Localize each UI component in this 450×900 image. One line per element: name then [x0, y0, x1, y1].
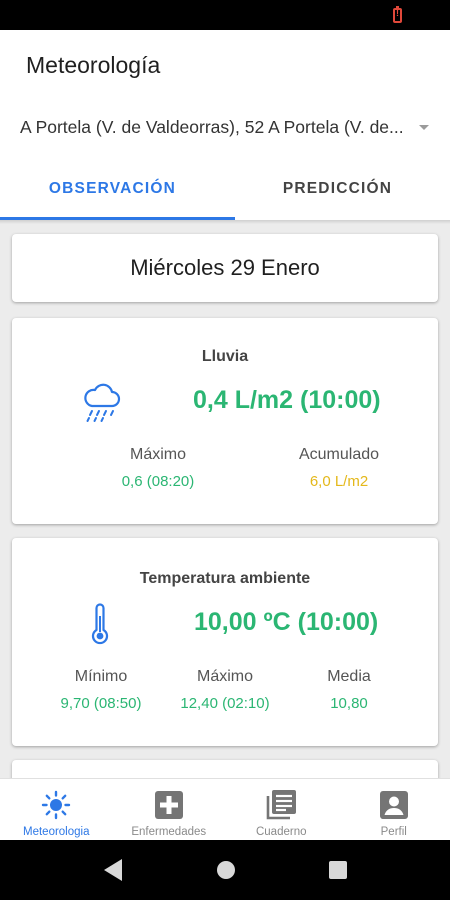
- rain-accumulated-value: 6,0 L/m2: [309, 473, 369, 490]
- app-bar: Meteorología A Portela (V. de Valdeorras…: [0, 30, 450, 220]
- battery-alert-icon: [393, 6, 402, 23]
- temperature-max-stat: Máximo 12,40 (02:10): [162, 668, 288, 712]
- temperature-title: Temperatura ambiente: [139, 570, 311, 587]
- tabs-shadow: [0, 220, 450, 224]
- dropdown-arrow-icon: [419, 124, 429, 130]
- temperature-card[interactable]: Temperatura ambiente 10,00 ºC (10:00) Mí…: [12, 538, 438, 746]
- back-icon[interactable]: [104, 859, 122, 881]
- thermometer-icon: [91, 603, 109, 645]
- nav-item-perfil[interactable]: Perfil: [338, 779, 450, 840]
- temperature-max-label: Máximo: [196, 668, 253, 685]
- system-navigation-bar: [0, 840, 450, 900]
- location-dropdown[interactable]: A Portela (V. de Valdeorras), 52 A Porte…: [20, 112, 430, 142]
- rain-value: 0,4 L/m2 (10:00): [193, 386, 381, 414]
- temperature-min-label: Mínimo: [74, 668, 128, 685]
- sun-icon: [40, 789, 72, 821]
- tab-prediccion[interactable]: PREDICCIÓN: [225, 160, 450, 217]
- temperature-avg-value: 10,80: [330, 695, 368, 712]
- rain-max-stat: Máximo 0,6 (08:20): [76, 446, 240, 490]
- nav-item-enfermedades[interactable]: Enfermedades: [113, 779, 226, 840]
- home-icon[interactable]: [217, 861, 235, 879]
- temperature-max-value: 12,40 (02:10): [180, 695, 270, 712]
- tab-bar: OBSERVACIÓN PREDICCIÓN: [0, 160, 450, 220]
- nav-label-perfil: Perfil: [380, 826, 407, 838]
- nav-label-enfermedades: Enfermedades: [131, 826, 207, 838]
- notebook-icon: [265, 789, 297, 821]
- temperature-min-value: 9,70 (08:50): [60, 695, 142, 712]
- nav-label-cuaderno: Cuaderno: [255, 826, 307, 838]
- rain-accumulated-stat: Acumulado 6,0 L/m2: [244, 446, 434, 490]
- date-label: Miércoles 29 Enero: [130, 255, 320, 280]
- page-title: Meteorología: [26, 52, 161, 78]
- rain-accumulated-label: Acumulado: [298, 446, 380, 463]
- recent-apps-icon[interactable]: [329, 861, 347, 879]
- rain-max-label: Máximo: [129, 446, 186, 463]
- tab-observacion[interactable]: OBSERVACIÓN: [0, 160, 225, 217]
- bottom-navigation: Meteorologia Enfermedades Cuaderno Perfi…: [0, 778, 450, 840]
- temperature-avg-stat: Media 10,80: [292, 668, 406, 712]
- nav-item-cuaderno[interactable]: Cuaderno: [225, 779, 338, 840]
- rain-max-value: 0,6 (08:20): [121, 473, 195, 490]
- profile-icon: [378, 789, 410, 821]
- temperature-min-stat: Mínimo 9,70 (08:50): [42, 668, 160, 712]
- temperature-avg-label: Media: [327, 668, 371, 685]
- date-card: Miércoles 29 Enero: [12, 234, 438, 302]
- rain-title: Lluvia: [201, 348, 249, 365]
- status-bar: [0, 0, 450, 30]
- location-value: A Portela (V. de Valdeorras), 52 A Porte…: [20, 116, 404, 137]
- rain-card[interactable]: Lluvia 0,4 L/m2 (10:00) Máximo 0,6 (08:2…: [12, 318, 438, 524]
- nav-label-meteorologia: Meteorologia: [23, 826, 90, 838]
- rain-cloud-icon: [84, 383, 121, 422]
- temperature-value: 10,00 ºC (10:00): [194, 608, 379, 636]
- medical-cross-icon: [153, 789, 185, 821]
- nav-item-meteorologia[interactable]: Meteorologia: [0, 779, 113, 840]
